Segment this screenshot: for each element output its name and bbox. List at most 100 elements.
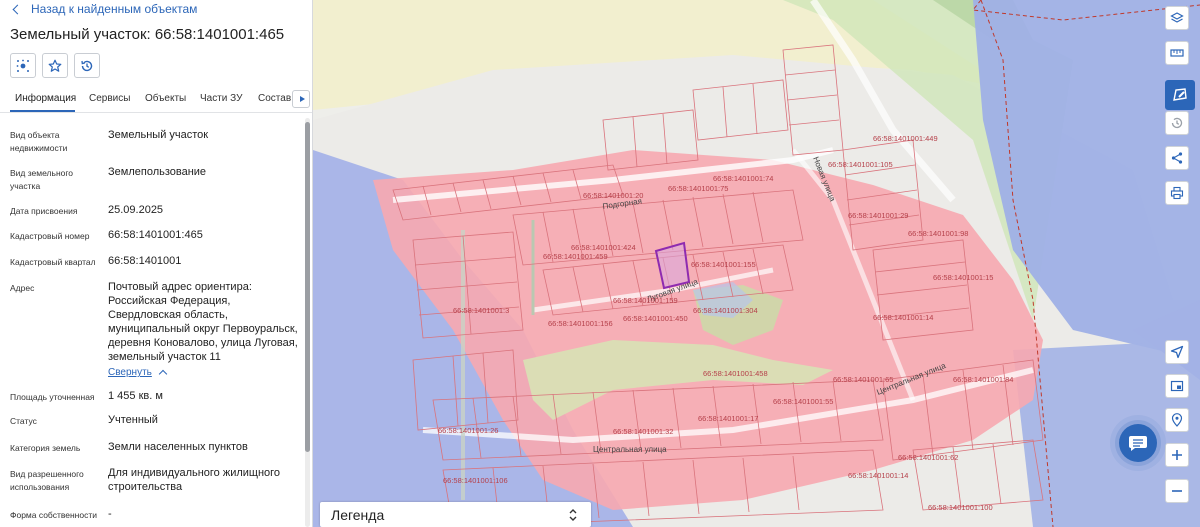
zoom-out-button[interactable] [1165, 479, 1189, 503]
zoom-in-button[interactable] [1165, 443, 1189, 467]
panel-scrollbar-thumb[interactable] [305, 122, 310, 452]
prop-label-land-kind: Вид земельного участка [10, 168, 74, 191]
prop-label-category: Категория земель [10, 443, 81, 453]
parcel-label: 66:58:1401001:14 [873, 313, 933, 322]
layers-button[interactable] [1165, 6, 1189, 30]
back-to-results-link[interactable]: Назад к найденным объектам [10, 2, 197, 16]
share-button[interactable] [1165, 146, 1189, 170]
tab-objects[interactable]: Объекты [145, 93, 186, 104]
chevron-left-icon [12, 4, 23, 14]
prop-value-cadastral-quarter: 66:58:1401001 [108, 255, 182, 267]
collapse-address-button[interactable]: Свернуть [108, 367, 168, 379]
share-icon [1171, 152, 1183, 164]
prop-label-date: Дата присвоения [10, 206, 78, 216]
parcel-label: 66:58:1401001:17 [698, 414, 758, 423]
parcel-label: 66:58:1401001:159 [613, 296, 678, 305]
prop-label-usage: Вид разрешенного использования [10, 469, 84, 492]
prop-value-date: 25.09.2025 [108, 204, 164, 216]
history-button[interactable] [74, 53, 100, 78]
object-title: Земельный участок: 66:58:1401001:465 [10, 26, 285, 43]
tab-information[interactable]: Информация [15, 93, 76, 104]
object-info-panel: Назад к найденным объектам Земельный уча… [0, 0, 313, 527]
prop-label-status: Статус [10, 416, 37, 426]
star-icon [48, 59, 62, 72]
parcel-label: 66:58:1401001:155 [691, 260, 756, 269]
parcel-label: 66:58:1401001:156 [548, 319, 613, 328]
layers-icon [1170, 12, 1184, 23]
support-chat-button[interactable] [1119, 424, 1157, 462]
draw-polygon-icon [1173, 88, 1187, 101]
parcel-label: 66:58:1401001:32 [613, 427, 673, 436]
print-icon [1170, 186, 1184, 200]
my-location-button[interactable] [1165, 340, 1189, 364]
parcel-label: 66:58:1401001:459 [543, 252, 608, 261]
legend-label: Легенда [331, 507, 385, 523]
cadastral-map-app: Назад к найденным объектам Земельный уча… [0, 0, 1200, 527]
map-canvas[interactable]: Подгорная Новая улица Центральная улица … [313, 0, 1200, 527]
ruler-button[interactable] [1165, 41, 1189, 65]
prop-label-ownership: Форма собственности [10, 510, 97, 520]
show-on-map-button[interactable] [10, 53, 36, 78]
active-tab-indicator [10, 110, 75, 112]
prop-value-address: Почтовый адрес ориентира: Российская Фед… [108, 281, 298, 363]
tabs-scroll-right-button[interactable] [292, 90, 310, 108]
prop-value-ownership: - [108, 508, 112, 520]
tab-composition[interactable]: Состав [258, 93, 291, 104]
history-icon [81, 60, 93, 71]
parcel-label: 66:58:1401001:98 [908, 229, 968, 238]
prop-label-object-type: Вид объекта недвижимости [10, 130, 68, 153]
parcel-label: 66:58:1401001:105 [828, 160, 893, 169]
pin-icon [1171, 413, 1183, 427]
chat-icon [1129, 436, 1147, 451]
map-view[interactable]: Подгорная Новая улица Центральная улица … [313, 0, 1200, 527]
back-link-label: Назад к найденным объектам [31, 2, 198, 16]
object-actions [10, 53, 100, 78]
parcel-label: 66:58:1401001:29 [848, 211, 908, 220]
locate-object-icon [16, 59, 29, 72]
prop-value-status: Учтенный [108, 414, 158, 426]
prop-value-land-kind: Землепользование [108, 166, 207, 178]
parcel-label: 66:58:1401001:15 [933, 273, 993, 282]
favorite-button[interactable] [42, 53, 68, 78]
prop-value-area: 1 455 кв. м [108, 390, 163, 402]
minimap-button[interactable] [1165, 374, 1189, 398]
parcel-label: 66:58:1401001:62 [898, 453, 958, 462]
parcel-label: 66:58:1401001:55 [773, 397, 833, 406]
parcel-label: 66:58:1401001:3 [453, 306, 509, 315]
parcel-label: 66:58:1401001:100 [928, 503, 993, 512]
geolocation-button[interactable] [1165, 408, 1189, 432]
parcel-label: 66:58:1401001:449 [873, 134, 938, 143]
tab-land-parts[interactable]: Части ЗУ [200, 93, 242, 104]
parcel-label: 66:58:1401001:106 [443, 476, 508, 485]
parcel-label: 66:58:1401001:84 [953, 375, 1013, 384]
legend-expand-icon[interactable] [568, 508, 578, 522]
history-map-button[interactable] [1165, 111, 1189, 135]
plus-icon [1172, 450, 1182, 460]
prop-label-cadastral-quarter: Кадастровый квартал [10, 257, 96, 267]
info-tabs: Информация Сервисы Объекты Части ЗУ Сост… [0, 86, 312, 113]
prop-value-usage: Для индивидуального жилищного строительс… [108, 467, 281, 493]
tab-services[interactable]: Сервисы [89, 93, 130, 104]
draw-area-button[interactable] [1165, 80, 1195, 110]
history-icon [1171, 117, 1183, 129]
navigation-arrow-icon [1170, 345, 1184, 359]
prop-value-category: Земли населенных пунктов [108, 441, 248, 453]
prop-label-address: Адрес [10, 283, 35, 293]
parcel-label: 66:58:1401001:20 [583, 191, 643, 200]
prop-value-object-type: Земельный участок [108, 129, 209, 141]
parcel-label: 66:58:1401001:74 [713, 174, 773, 183]
parcel-label: 66:58:1401001:14 [848, 471, 908, 480]
collapse-label: Свернуть [108, 367, 152, 378]
parcel-label: 66:58:1401001:424 [571, 243, 636, 252]
legend-panel[interactable]: Легенда [320, 502, 591, 527]
parcel-label: 66:58:1401001:65 [833, 375, 893, 384]
minus-icon [1172, 490, 1182, 492]
parcel-label: 66:58:1401001:458 [703, 369, 768, 378]
parcel-label: 66:58:1401001:304 [693, 306, 758, 315]
parcel-label: 66:58:1401001:450 [623, 314, 688, 323]
print-button[interactable] [1165, 181, 1189, 205]
prop-label-cadastral-number: Кадастровый номер [10, 231, 90, 241]
minimap-icon [1170, 380, 1184, 392]
ruler-icon [1170, 49, 1184, 57]
prop-label-area: Площадь уточненная [10, 392, 95, 402]
